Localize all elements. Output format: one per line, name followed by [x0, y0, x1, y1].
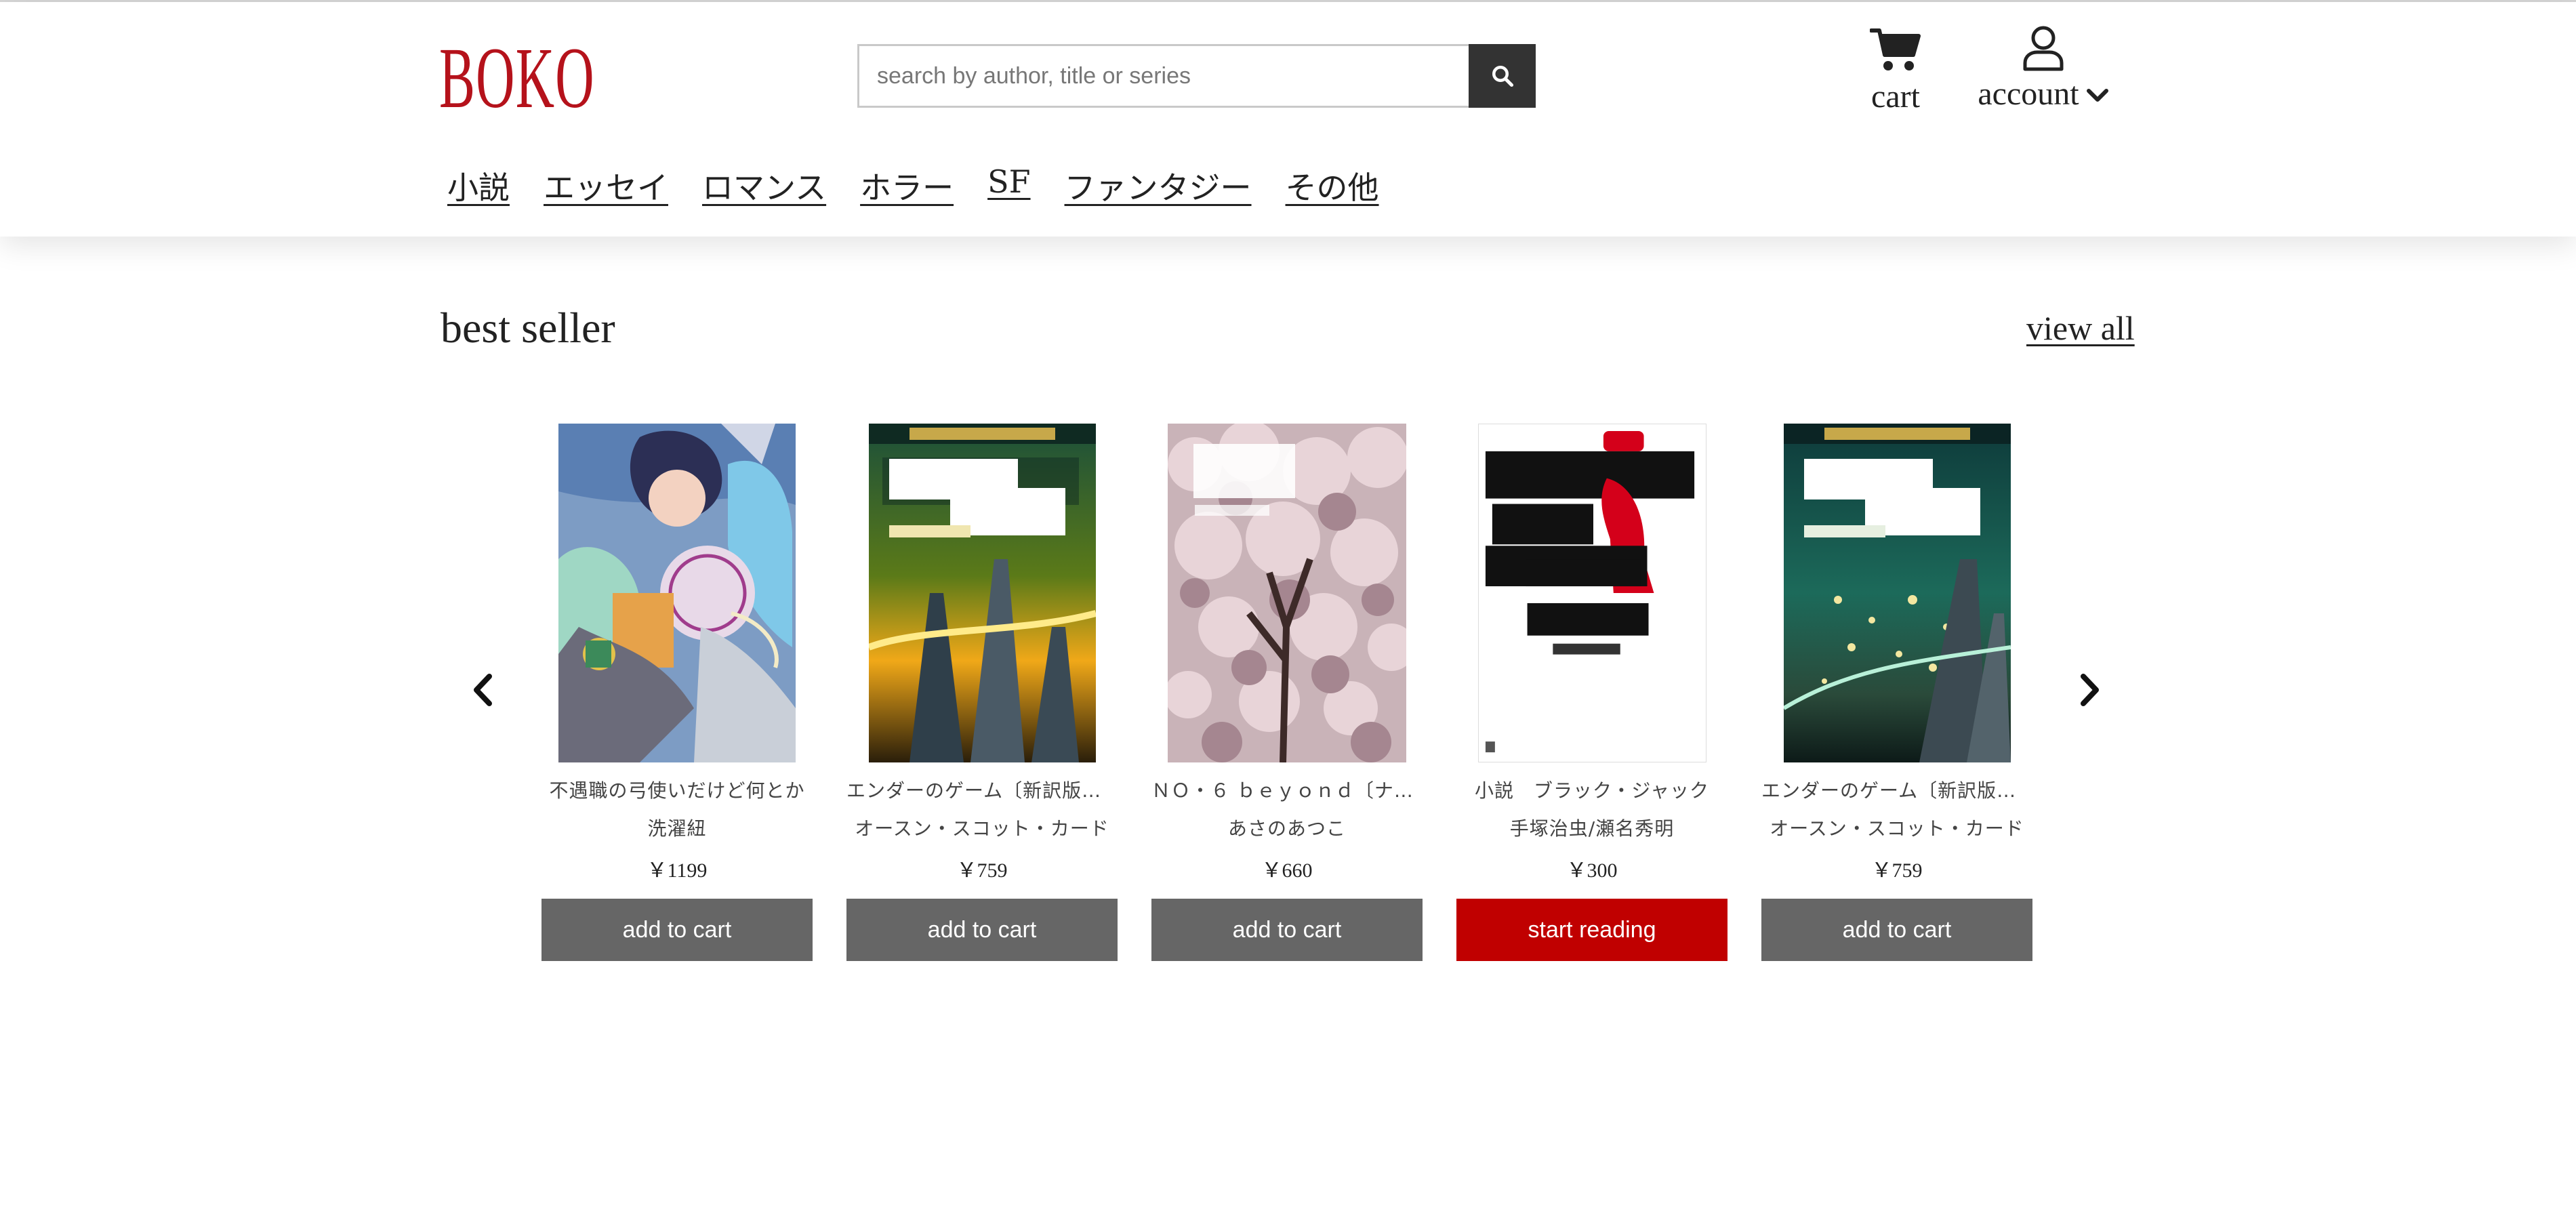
book-cover[interactable] [1784, 424, 2011, 762]
book-author[interactable]: 洗濯紐 [541, 814, 813, 841]
nav-item-other[interactable]: その他 [1286, 163, 1379, 208]
book-cover[interactable] [1168, 424, 1406, 762]
nav-item-essay[interactable]: エッセイ [544, 163, 668, 208]
add-to-cart-button[interactable]: add to cart [846, 899, 1118, 961]
nav-item-sf[interactable]: SF [987, 163, 1030, 208]
view-all-link[interactable]: view all [2026, 308, 2135, 348]
site-header: BOKO cart account 小 [0, 2, 2576, 237]
chevron-down-icon [2086, 88, 2108, 102]
book-title[interactable]: ＮＯ・６ ｂｅｙｏｎｄ〔ナンバーシックス・ビヨンド〕 [1151, 776, 1423, 803]
book-title[interactable]: エンダーのゲーム〔新訳版〕上 [1761, 776, 2032, 803]
book-author[interactable]: 手塚治虫/瀬名秀明 [1456, 814, 1727, 841]
category-nav: 小説 エッセイ ロマンス ホラー SF ファンタジー その他 [447, 163, 1413, 208]
chevron-right-icon [2081, 674, 2099, 706]
search-input[interactable] [857, 44, 1469, 108]
carousel-prev-button[interactable] [466, 672, 499, 708]
book-title[interactable]: エンダーのゲーム〔新訳版〕下 [846, 776, 1118, 803]
start-reading-button[interactable]: start reading [1456, 899, 1727, 961]
book-cover[interactable] [558, 424, 796, 762]
cover-illustration [1479, 424, 1706, 762]
search-icon [1492, 66, 1513, 87]
cover-illustration [869, 424, 1096, 762]
account-label: account [1978, 76, 2079, 112]
cover-illustration [558, 424, 796, 762]
search-button[interactable] [1469, 44, 1536, 108]
book-price: ￥660 [1261, 859, 1313, 882]
book-cover[interactable] [869, 424, 1096, 762]
account-menu[interactable]: account [1969, 25, 2118, 113]
book-title[interactable]: 不遇職の弓使いだけど何とか [541, 776, 813, 803]
book-price: ￥759 [956, 859, 1008, 882]
nav-item-fantasy[interactable]: ファンタジー [1065, 163, 1252, 208]
nav-item-horror[interactable]: ホラー [860, 163, 954, 208]
add-to-cart-button[interactable]: add to cart [1151, 899, 1423, 961]
nav-item-romance[interactable]: ロマンス [702, 163, 826, 208]
cart-link[interactable]: cart [1867, 26, 1924, 115]
nav-item-novel[interactable]: 小説 [447, 163, 510, 208]
book-price: ￥759 [1871, 859, 1923, 882]
cover-illustration [1168, 424, 1406, 762]
book-author[interactable]: オースン・スコット・カード [1761, 814, 2032, 841]
cart-icon [1870, 28, 1921, 70]
logo[interactable]: BOKO [439, 35, 595, 121]
chevron-left-icon [474, 674, 492, 706]
book-price: ￥300 [1566, 859, 1618, 882]
cover-illustration [1784, 424, 2011, 762]
add-to-cart-button[interactable]: add to cart [1761, 899, 2032, 961]
book-price: ￥1199 [647, 859, 708, 882]
carousel-next-button[interactable] [2074, 672, 2106, 708]
book-title[interactable]: 小説 ブラック・ジャック [1456, 776, 1727, 803]
section-title: best seller [441, 304, 615, 352]
book-cover[interactable] [1478, 424, 1706, 762]
search-bar [857, 44, 1536, 108]
book-author[interactable]: オースン・スコット・カード [846, 814, 1118, 841]
user-icon [2023, 26, 2064, 71]
add-to-cart-button[interactable]: add to cart [541, 899, 813, 961]
book-author[interactable]: あさのあつこ [1151, 814, 1423, 841]
cart-label: cart [1871, 79, 1920, 115]
